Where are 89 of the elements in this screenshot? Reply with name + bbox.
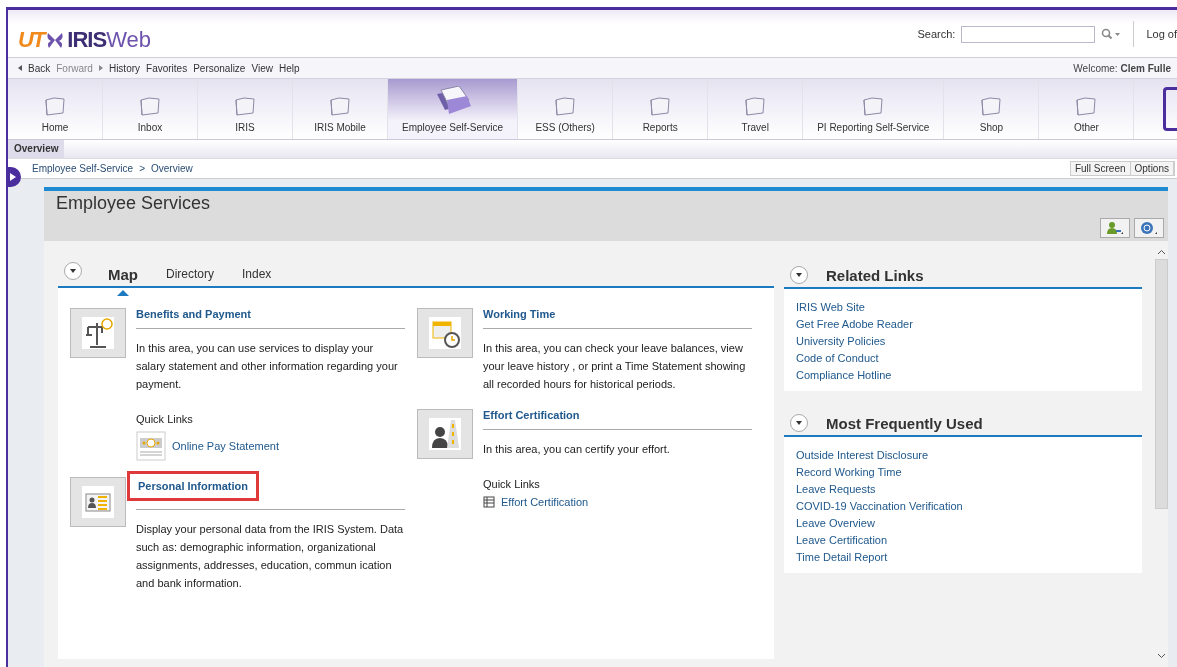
side-link[interactable]: Code of Conduct [796,352,879,364]
scroll-up-icon[interactable] [1157,249,1166,255]
side-link[interactable]: Leave Overview [796,517,875,529]
menu-item[interactable]: History [108,62,141,74]
nav-tab[interactable]: ESS (Others) [518,79,614,139]
help-button[interactable] [1134,218,1164,238]
side-link[interactable]: Get Free Adobe Reader [796,318,913,330]
side-panel-handle[interactable] [8,167,21,187]
caret-down-icon [795,271,803,279]
menu-item[interactable]: Help [278,62,300,74]
table-icon [483,496,495,508]
side-link[interactable]: Compliance Hotline [796,369,892,381]
section-description: In this area, you can check your leave balances, view your leave history , or print a Time Statement showing all recorded hours for historical periods. [483,341,747,392]
section-description: In this area, you can use services to display your salary statement and other information regarding your payment. [136,341,399,392]
scrollbar-thumb[interactable] [1155,259,1168,509]
folder-icon [329,96,351,116]
section-title-link[interactable]: Personal Information [127,471,260,501]
section-title-link[interactable]: Benefits and Payment [136,308,251,320]
quick-link[interactable]: Effort Certification [483,496,752,508]
logo-name: IRIS [67,29,107,51]
logo-suffix: Web [106,29,151,51]
menu-item[interactable]: Personalize [193,62,246,74]
nav-tab[interactable]: PI Reporting Self-Service [803,79,945,139]
folder-icon [139,96,161,116]
side-link[interactable]: Time Detail Report [796,551,888,563]
folder-icon [980,96,1003,116]
quick-links-label: Quick Links [136,413,194,425]
back-arrow-icon [18,65,22,71]
user-settings-button[interactable] [1100,218,1130,238]
side-panel-title: Most Frequently Used [826,414,983,432]
logoff-link[interactable]: Log of [1146,28,1177,40]
side-link[interactable]: University Policies [796,335,886,347]
folder-icon [234,96,256,116]
butterfly-icon [46,31,65,49]
quick-link[interactable]: Online Pay Statement [136,431,405,461]
search-icon[interactable] [1101,28,1122,40]
folder-icon [649,96,672,116]
sub-tab[interactable]: Overview [8,140,65,158]
breadcrumb-link[interactable]: Overview [151,163,193,174]
collapse-toggle[interactable] [790,266,808,284]
section-description: Display your personal data from the IRIS System. Data such as: demographic information, organizational assignments, addresses, education, commun ication and bank information. [136,522,405,591]
content-tab[interactable]: Index [240,259,274,290]
folder-icon [44,96,66,116]
menu-item[interactable]: Back [28,62,51,74]
panel-title: Employee Services [56,193,211,215]
collapse-toggle[interactable] [790,414,808,432]
menu-item[interactable]: View [251,62,273,74]
content-tab[interactable]: Directory [164,259,216,290]
side-link[interactable]: Leave Certification [796,534,888,546]
logo-mark: UT [18,29,44,51]
scroll-down-icon[interactable] [1157,653,1166,659]
nav-tab[interactable]: Other [1039,79,1135,139]
search-label: Search: [917,28,956,40]
section-title-link[interactable]: Effort Certification [483,409,580,421]
forward-arrow-icon [98,65,103,71]
search-field[interactable] [961,25,1096,43]
welcome-text: Welcome: Clem Fulle [1073,62,1171,74]
nav-tab[interactable]: Home [8,79,103,139]
nav-tab[interactable]: Travel [708,79,804,139]
help-icon [1140,221,1158,235]
section-title-link[interactable]: Working Time [483,308,556,320]
menu-item[interactable]: Favorites [146,62,188,74]
nav-tab[interactable]: Inbox [103,79,198,139]
nav-tab[interactable]: IRIS [198,79,293,139]
nav-tab-edge[interactable] [1163,87,1177,131]
folder-icon [744,96,767,116]
folder-icon [554,96,577,116]
collapse-toggle[interactable] [64,261,82,280]
nav-tab[interactable]: Reports [613,79,709,139]
caret-down-icon [795,419,803,427]
side-panel-title: Related Links [826,266,924,284]
side-link[interactable]: Leave Requests [796,483,876,495]
caret-down-icon [69,266,77,275]
section-description: In this area, you can certify your effort. [483,442,671,457]
breadcrumb-link[interactable]: Employee Self-Service [32,163,134,174]
nav-tab[interactable]: Shop [944,79,1040,139]
breadcrumb-separator: > [139,163,145,174]
nav-tab[interactable]: Employee Self-Service [388,79,519,139]
money-icon [136,431,166,461]
page-action-button[interactable]: Options [1130,162,1174,175]
folder-icon [1075,96,1098,116]
side-link[interactable]: Outside Interest Disclosure [796,449,929,461]
folder-icon [862,96,885,116]
user-key-icon [1106,221,1124,235]
page-action-button[interactable]: Full Screen [1070,162,1131,175]
side-link[interactable]: IRIS Web Site [796,301,865,313]
side-link[interactable]: COVID-19 Vaccination Verification [796,500,963,512]
quick-links-label: Quick Links [483,478,541,490]
side-link[interactable]: Record Working Time [796,466,902,478]
